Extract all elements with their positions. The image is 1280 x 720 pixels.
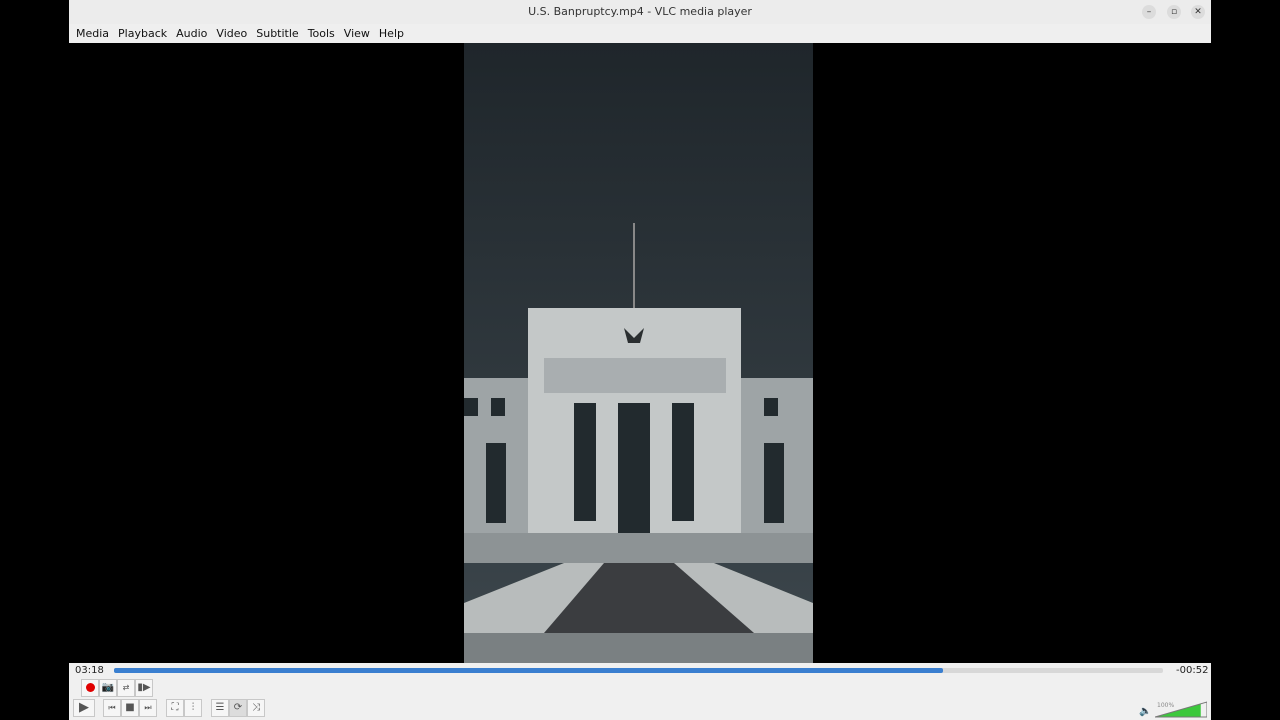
menu-playback[interactable]: Playback bbox=[118, 24, 167, 43]
play-icon: ▶ bbox=[79, 700, 89, 715]
extended-settings-button[interactable]: ⫶ bbox=[184, 699, 202, 717]
stop-button[interactable]: ■ bbox=[121, 699, 139, 717]
title-bar: U.S. Banpruptcy.mp4 - VLC media player –… bbox=[69, 0, 1211, 24]
loop-ab-button[interactable]: ⇄ bbox=[117, 679, 135, 697]
close-button[interactable]: ✕ bbox=[1191, 5, 1205, 19]
previous-icon: ⏮ bbox=[108, 703, 116, 712]
play-button[interactable]: ▶ bbox=[73, 699, 95, 717]
control-panel: 03:18 -00:52 📷 ⇄ ▮▶ ▶ ⏮ ■ ⏭ ⛶ ⫶ ☰ ⟳ ⤨ 🔈 … bbox=[69, 663, 1211, 720]
menu-view[interactable]: View bbox=[344, 24, 370, 43]
fullscreen-button[interactable]: ⛶ bbox=[166, 699, 184, 717]
elapsed-time: 03:18 bbox=[75, 665, 104, 676]
minimize-button[interactable]: – bbox=[1142, 5, 1156, 19]
speaker-icon[interactable]: 🔈 bbox=[1139, 706, 1151, 717]
record-button[interactable] bbox=[81, 679, 99, 697]
previous-button[interactable]: ⏮ bbox=[103, 699, 121, 717]
frame-step-button[interactable]: ▮▶ bbox=[135, 679, 153, 697]
equalizer-icon: ⫶ bbox=[191, 702, 195, 713]
volume-slider[interactable]: 100% bbox=[1155, 701, 1207, 718]
snapshot-button[interactable]: 📷 bbox=[99, 679, 117, 697]
frame-step-icon: ▮▶ bbox=[137, 682, 151, 693]
menu-audio[interactable]: Audio bbox=[176, 24, 207, 43]
volume-label: 100% bbox=[1157, 702, 1174, 709]
menu-help[interactable]: Help bbox=[379, 24, 404, 43]
remaining-time[interactable]: -00:52 bbox=[1176, 665, 1208, 676]
menu-tools[interactable]: Tools bbox=[308, 24, 335, 43]
maximize-button[interactable]: ▫ bbox=[1167, 5, 1181, 19]
record-icon bbox=[85, 682, 95, 692]
ab-loop-icon: ⇄ bbox=[122, 683, 130, 692]
next-button[interactable]: ⏭ bbox=[139, 699, 157, 717]
loop-button[interactable]: ⟳ bbox=[229, 699, 247, 717]
playlist-icon: ☰ bbox=[215, 702, 225, 713]
camera-icon: 📷 bbox=[101, 682, 115, 693]
seek-slider[interactable] bbox=[114, 668, 1163, 673]
next-icon: ⏭ bbox=[144, 703, 152, 712]
video-frame bbox=[464, 43, 813, 663]
menu-video[interactable]: Video bbox=[216, 24, 247, 43]
menu-bar: Media Playback Audio Video Subtitle Tool… bbox=[69, 24, 1211, 44]
vlc-window: U.S. Banpruptcy.mp4 - VLC media player –… bbox=[69, 0, 1211, 720]
shuffle-button[interactable]: ⤨ bbox=[247, 699, 265, 717]
stop-icon: ■ bbox=[125, 702, 135, 713]
menu-media[interactable]: Media bbox=[76, 24, 109, 43]
seek-progress bbox=[114, 668, 943, 673]
menu-subtitle[interactable]: Subtitle bbox=[256, 24, 298, 43]
loop-icon: ⟳ bbox=[233, 702, 243, 713]
shuffle-icon: ⤨ bbox=[252, 702, 260, 713]
window-title: U.S. Banpruptcy.mp4 - VLC media player bbox=[528, 5, 752, 18]
fullscreen-icon: ⛶ bbox=[171, 702, 179, 713]
video-area[interactable] bbox=[69, 43, 1211, 663]
playlist-button[interactable]: ☰ bbox=[211, 699, 229, 717]
